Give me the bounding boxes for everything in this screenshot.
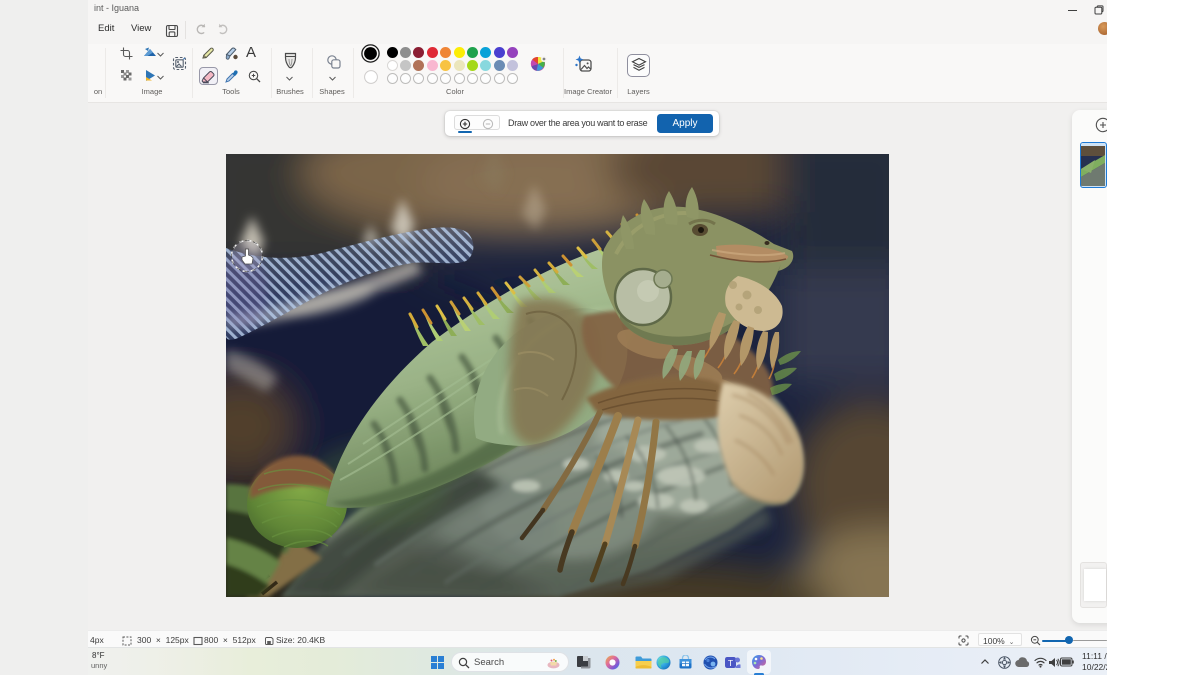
svg-text:T: T [728, 658, 733, 668]
